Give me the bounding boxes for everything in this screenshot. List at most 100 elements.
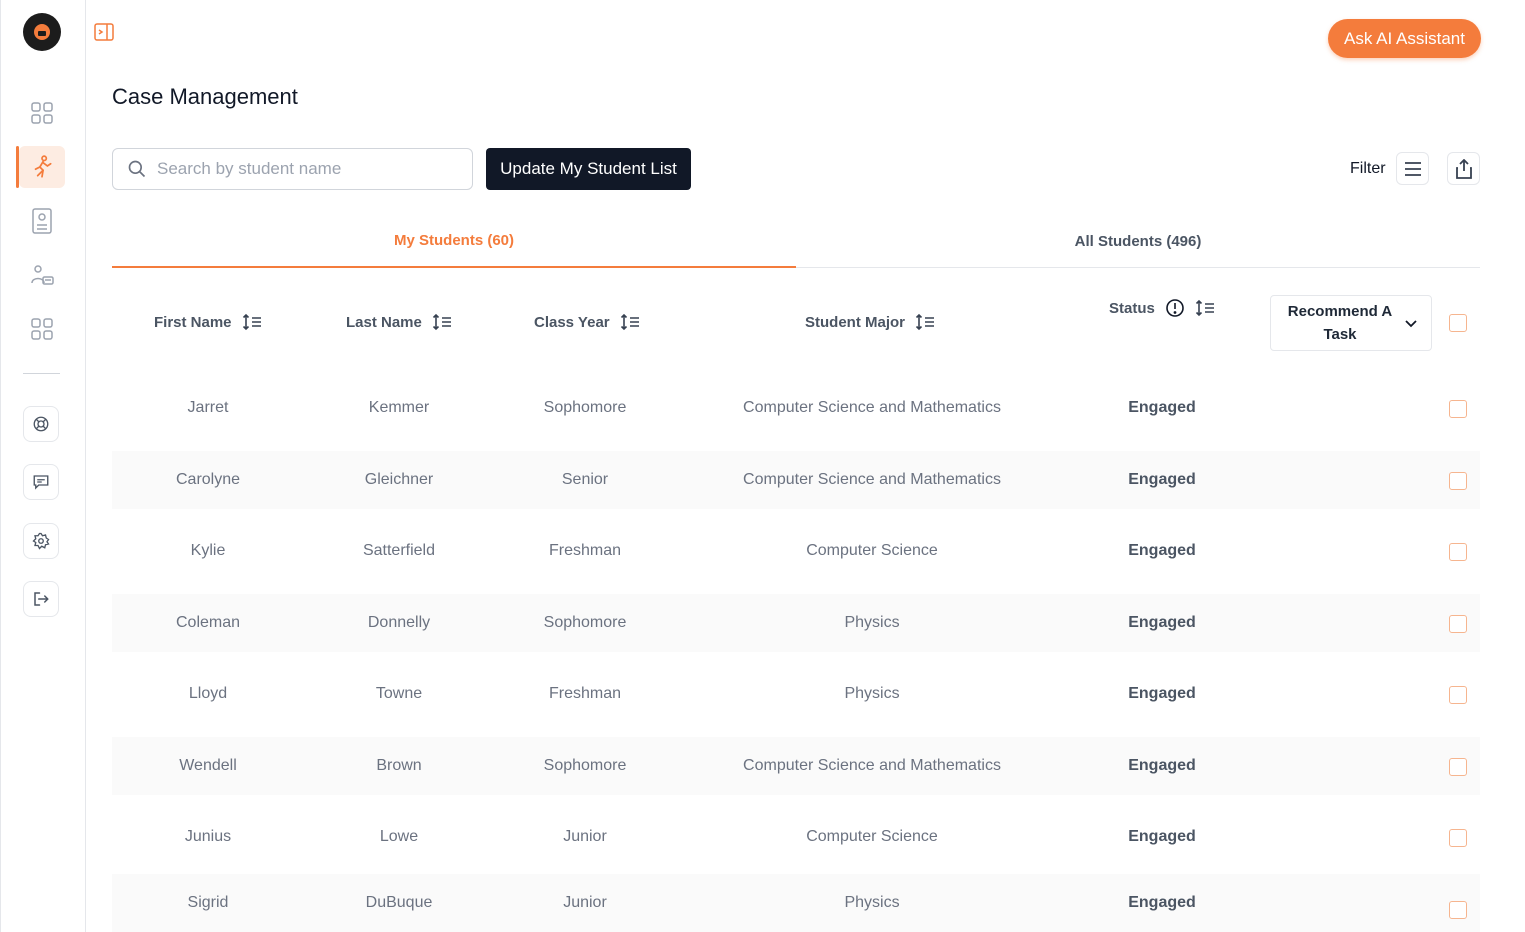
sidebar-item-apps[interactable] (19, 308, 65, 350)
row-checkbox[interactable] (1449, 901, 1467, 919)
cell-status: Engaged (1128, 542, 1196, 559)
row-checkbox[interactable] (1449, 400, 1467, 418)
table-row[interactable]: Kylie Satterfield Freshman Computer Scie… (112, 522, 1480, 580)
table-row[interactable]: Wendell Brown Sophomore Computer Science… (112, 737, 1480, 795)
cell-status: Engaged (1128, 399, 1196, 416)
tab-my-students[interactable]: My Students (60) (112, 214, 796, 268)
select-all-checkbox[interactable] (1449, 314, 1467, 332)
logo-mark-icon (34, 24, 50, 40)
sidebar-messages-button[interactable] (23, 464, 59, 500)
column-header-label: Class Year (534, 313, 610, 331)
cell-last-name: Donnelly (367, 614, 431, 631)
sidebar-logout-button[interactable] (23, 581, 59, 617)
filter-label[interactable]: Filter (1350, 160, 1386, 178)
sidebar-toggle-button[interactable] (94, 22, 114, 47)
grid-icon (31, 318, 53, 340)
cell-class-year: Sophomore (543, 614, 627, 631)
cell-class-year: Senior (561, 471, 609, 488)
column-header-student-major[interactable]: Student Major (805, 313, 935, 331)
cell-first-name: Kylie (190, 542, 226, 559)
cell-class-year: Junior (563, 828, 607, 845)
cell-major: Computer Science (806, 542, 938, 559)
row-checkbox[interactable] (1449, 543, 1467, 561)
cell-first-name: Lloyd (188, 685, 228, 702)
sidebar-help-button[interactable] (23, 406, 59, 442)
column-header-label: Student Major (805, 313, 905, 331)
column-header-first-name[interactable]: First Name (154, 313, 262, 331)
cell-class-year: Sophomore (543, 757, 627, 774)
row-checkbox[interactable] (1449, 829, 1467, 847)
sidebar-settings-button[interactable] (23, 523, 59, 559)
column-header-last-name[interactable]: Last Name (346, 313, 452, 331)
page-title: Case Management (112, 84, 298, 109)
cell-major: Physics (844, 894, 900, 911)
column-header-status[interactable]: Status (1109, 298, 1215, 318)
cell-class-year: Freshman (548, 685, 622, 702)
column-header-label: Last Name (346, 313, 422, 331)
cell-status: Engaged (1128, 471, 1196, 488)
export-button[interactable] (1447, 152, 1480, 185)
cell-last-name: Towne (375, 685, 423, 702)
search-input[interactable] (157, 159, 457, 179)
tab-all-students[interactable]: All Students (496) (796, 214, 1480, 268)
sidebar-item-student-profile[interactable] (19, 200, 65, 242)
cell-major: Computer Science and Mathematics (743, 757, 1001, 774)
cell-major: Computer Science and Mathematics (743, 471, 1001, 488)
column-header-class-year[interactable]: Class Year (534, 313, 640, 331)
row-checkbox[interactable] (1449, 472, 1467, 490)
ask-ai-assistant-button[interactable]: Ask AI Assistant (1328, 19, 1481, 58)
people-icon (31, 265, 54, 285)
cell-status: Engaged (1128, 614, 1196, 631)
cell-major: Computer Science and Mathematics (743, 399, 1001, 416)
cell-last-name: Kemmer (368, 399, 430, 416)
id-card-icon (32, 208, 52, 234)
cell-last-name: Lowe (379, 828, 419, 845)
gear-icon (32, 532, 50, 550)
search-box[interactable] (112, 148, 473, 190)
cell-last-name: DuBuque (365, 894, 433, 911)
sort-icon (1195, 299, 1214, 317)
cell-class-year: Sophomore (543, 399, 627, 416)
table-row[interactable]: Jarret Kemmer Sophomore Computer Science… (112, 379, 1480, 437)
chevron-down-icon (1405, 320, 1417, 328)
cell-first-name: Junius (184, 828, 232, 845)
sort-icon (242, 313, 261, 331)
row-checkbox[interactable] (1449, 686, 1467, 704)
recommend-task-dropdown[interactable]: Recommend A Task (1270, 295, 1432, 351)
column-header-label: First Name (154, 313, 232, 331)
filter-button[interactable] (1396, 152, 1429, 185)
sidebar-item-dashboard[interactable] (19, 92, 65, 134)
info-icon[interactable] (1165, 298, 1185, 318)
grid-icon (31, 102, 53, 124)
table-row[interactable]: Coleman Donnelly Sophomore Physics Engag… (112, 594, 1480, 652)
table-row[interactable]: Carolyne Gleichner Senior Computer Scien… (112, 451, 1480, 509)
cell-major: Physics (844, 614, 900, 631)
row-checkbox[interactable] (1449, 615, 1467, 633)
app-logo[interactable] (23, 13, 61, 51)
cell-major: Computer Science (806, 828, 938, 845)
student-tabs: My Students (60) All Students (496) (112, 214, 1480, 268)
cell-last-name: Gleichner (364, 471, 434, 488)
sidebar (0, 0, 86, 932)
running-person-icon (34, 155, 52, 178)
cell-class-year: Freshman (548, 542, 622, 559)
cell-class-year: Junior (563, 894, 607, 911)
sidebar-item-groups[interactable] (19, 254, 65, 296)
table-row[interactable]: Lloyd Towne Freshman Physics Engaged (112, 665, 1480, 723)
cell-status: Engaged (1128, 685, 1196, 702)
table-row[interactable]: Sigrid DuBuque Junior Physics Engaged (112, 874, 1480, 932)
row-checkbox[interactable] (1449, 758, 1467, 776)
logout-icon (34, 592, 49, 606)
cell-status: Engaged (1128, 828, 1196, 845)
cell-first-name: Jarret (187, 399, 229, 416)
cell-first-name: Coleman (175, 614, 241, 631)
sidebar-item-case-management[interactable] (16, 146, 65, 188)
panel-toggle-icon (94, 23, 114, 41)
table-row[interactable]: Junius Lowe Junior Computer Science Enga… (112, 808, 1480, 866)
update-student-list-button[interactable]: Update My Student List (486, 148, 691, 190)
share-icon (1455, 158, 1472, 179)
lifebuoy-icon (33, 416, 49, 432)
cell-major: Physics (844, 685, 900, 702)
cell-first-name: Carolyne (175, 471, 241, 488)
cell-first-name: Sigrid (187, 894, 229, 911)
